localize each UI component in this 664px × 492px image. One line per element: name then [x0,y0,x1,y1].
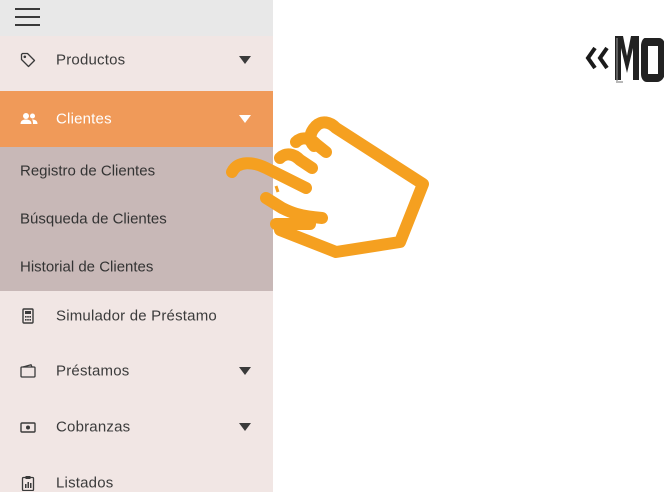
sidebar-item-cobranzas[interactable]: Cobranzas [0,399,273,455]
sidebar-item-label: Cobranzas [56,418,131,436]
sidebar-topbar [0,0,273,36]
pointing-hand-icon [218,112,438,262]
submenu-item-label: Búsqueda de Clientes [20,210,167,228]
sidebar-item-simulador[interactable]: Simulador de Préstamo [0,288,273,344]
sidebar-item-label: Productos [56,51,126,69]
submenu-item-label: Historial de Clientes [20,258,154,276]
sidebar-item-label: Préstamos [56,362,130,380]
calculator-icon [20,308,36,324]
chevron-down-icon[interactable] [239,423,251,431]
users-icon [20,111,38,127]
chevron-down-icon[interactable] [239,56,251,64]
sidebar-item-listados[interactable]: Listados [0,455,273,492]
submenu-item-label: Registro de Clientes [20,162,156,180]
wallet-icon [20,363,36,379]
sidebar-item-label: Listados [56,474,114,492]
money-icon [20,419,36,435]
sidebar-item-prestamos[interactable]: Préstamos [0,343,273,399]
sidebar-item-label: Simulador de Préstamo [56,307,217,325]
clipboard-icon [20,475,36,492]
brand-logo-fragment [585,28,664,98]
chevron-down-icon[interactable] [239,367,251,375]
sidebar-item-productos[interactable]: Productos [0,32,273,88]
tag-icon [20,52,36,68]
hamburger-menu-icon[interactable] [15,6,40,28]
sidebar-item-label: Clientes [56,110,112,128]
